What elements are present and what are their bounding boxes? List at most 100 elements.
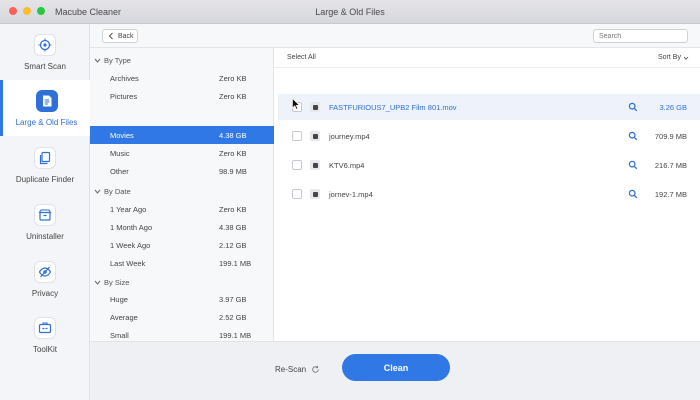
select-all-button[interactable]: Select All [287,54,316,61]
rescan-button[interactable]: Re-Scan [275,365,320,374]
category-1-year-ago[interactable]: 1 Year Ago Zero KB [90,200,274,218]
group-label: By Date [104,186,131,196]
category-size: Zero KB [219,73,247,83]
chevron-down-icon [683,56,689,60]
sidebar-item-duplicate-finder[interactable]: Duplicate Finder [0,137,90,193]
search-input[interactable] [593,29,688,43]
refresh-icon [312,365,319,373]
video-file-icon [310,131,320,141]
group-by-size[interactable]: By Size [90,273,274,291]
magnifier-icon[interactable] [628,102,638,112]
file-row[interactable]: journey.mp4 709.9 MB [278,123,700,149]
category-size: 4.38 GB [219,130,247,140]
file-size: 192.7 MB [654,189,687,199]
file-checkbox[interactable] [292,160,302,170]
category-panel: By Type Archives Zero KB Pictures Zero K… [90,48,274,341]
category-size: Zero KB [219,204,247,214]
category-archives[interactable]: Archives Zero KB [90,69,274,87]
file-checkbox[interactable] [292,131,302,141]
category-name: 1 Week Ago [110,240,151,250]
back-button[interactable]: Back [102,29,138,43]
category-name: Movies [110,130,134,140]
category-name: 1 Month Ago [110,222,153,232]
category-music[interactable]: Music Zero KB [90,144,274,162]
chevron-down-icon [94,58,101,63]
category-1-month-ago[interactable]: 1 Month Ago 4.38 GB [90,218,274,236]
file-list: Select All Sort By FASTFURIOUS7_UPB2 Fil… [274,48,700,341]
sort-by-button[interactable]: Sort By [658,54,689,61]
group-label: By Type [104,55,131,65]
sort-by-label: Sort By [658,54,681,61]
video-file-icon [310,102,320,112]
bottom-bar: Re-Scan Clean [90,341,700,400]
file-list-header: Select All Sort By [274,48,700,68]
sidebar-item-label: Large & Old Files [15,117,78,127]
category-size: 3.97 GB [219,294,247,304]
category-last-week[interactable]: Last Week 199.1 MB [90,254,274,272]
file-size: 709.9 MB [654,131,687,141]
sidebar-item-large-old-files[interactable]: Large & Old Files [0,80,90,136]
copy-icon [34,146,56,169]
video-file-icon [310,189,320,199]
file-name: journey.mp4 [329,131,370,141]
category-size: Zero KB [219,91,247,101]
file-size: 216.7 MB [654,160,687,170]
file-name: FASTFURIOUS7_UPB2 Film 801.mov [329,102,457,112]
sidebar-item-label: Uninstaller [26,231,64,241]
sidebar-item-label: Duplicate Finder [15,174,75,184]
back-label: Back [118,32,134,40]
toolkit-icon [34,316,56,339]
category-average[interactable]: Average 2.52 GB [90,308,274,326]
sidebar-item-privacy[interactable]: Privacy [0,251,90,307]
file-row[interactable]: jornev-1.mp4 192.7 MB [278,181,700,207]
category-name: Pictures [110,91,138,101]
document-icon [35,89,58,112]
category-size: 199.1 MB [219,330,252,340]
box-icon [34,203,56,226]
category-1-week-ago[interactable]: 1 Week Ago 2.12 GB [90,236,274,254]
category-size: Zero KB [219,148,247,158]
category-pictures[interactable]: Pictures Zero KB [90,87,274,105]
category-huge[interactable]: Huge 3.97 GB [90,290,274,308]
video-file-icon [310,160,320,170]
sidebar-item-label: Smart Scan [24,61,66,71]
window-title: Large & Old Files [315,7,385,17]
file-name: KTV6.mp4 [329,160,365,170]
category-other[interactable]: Other 98.9 MB [90,162,274,180]
category-movies[interactable]: Movies 4.38 GB [90,126,274,144]
magnifier-icon[interactable] [628,189,638,199]
group-label: By Size [104,277,130,287]
category-name: Archives [110,73,139,83]
category-name: 1 Year Ago [110,204,147,214]
clean-button[interactable]: Clean [342,354,450,381]
main-panel: Back By Type Archives Zero KB Pictures Z… [90,24,700,400]
chevron-left-icon [108,32,113,40]
group-by-date[interactable]: By Date [90,182,274,200]
toolbar: Back [90,24,700,48]
category-name: Average [110,312,138,322]
category-size: 2.52 GB [219,312,247,322]
file-name: jornev-1.mp4 [329,189,373,199]
magnifier-icon[interactable] [628,131,638,141]
category-size: 4.38 GB [219,222,247,232]
category-name: Small [110,330,129,340]
rescan-label: Re-Scan [275,365,307,374]
category-name: Music [110,148,130,158]
title-bar: Macube Cleaner Large & Old Files [0,0,700,24]
file-checkbox[interactable] [292,189,302,199]
sidebar-item-label: ToolKit [32,344,57,354]
eye-slash-icon [34,260,56,283]
file-row[interactable]: FASTFURIOUS7_UPB2 Film 801.mov 3.26 GB [278,94,700,120]
group-by-type[interactable]: By Type [90,51,274,69]
magnifier-icon[interactable] [628,160,638,170]
sidebar-item-label: Privacy [31,288,59,298]
mouse-cursor-icon [292,98,300,110]
sidebar-item-toolkit[interactable]: ToolKit [0,307,90,363]
category-name: Last Week [110,258,146,268]
category-size: 98.9 MB [219,166,247,176]
sidebar-item-smart-scan[interactable]: Smart Scan [0,24,90,80]
target-icon [34,33,56,56]
file-row[interactable]: KTV6.mp4 216.7 MB [278,152,700,178]
category-name: Other [110,166,129,176]
sidebar-item-uninstaller[interactable]: Uninstaller [0,194,90,250]
